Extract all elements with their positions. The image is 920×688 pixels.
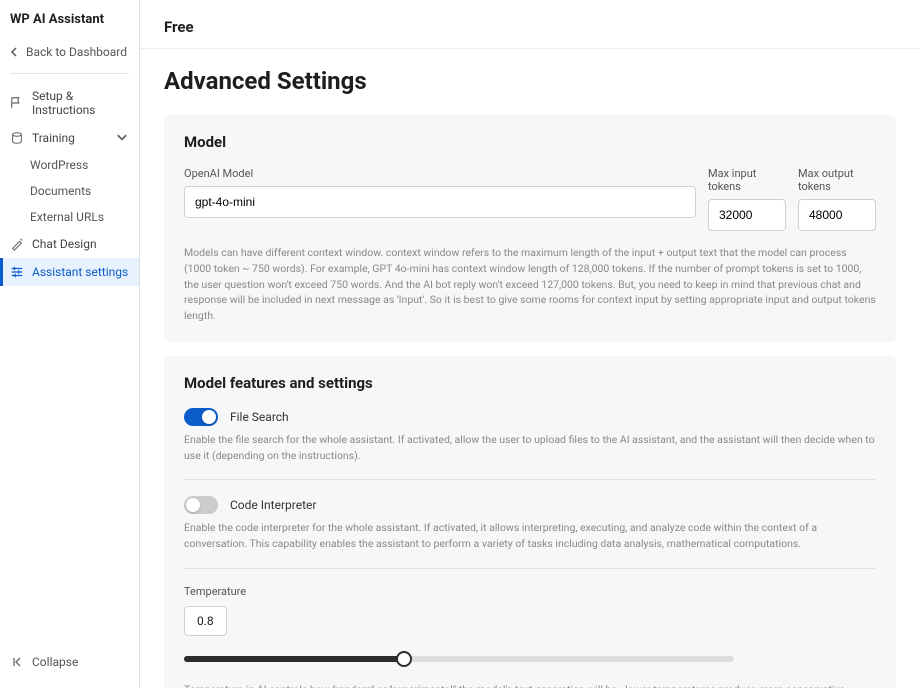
sidebar-item-training[interactable]: Training [0, 124, 139, 152]
sidebar-label: Assistant settings [32, 265, 128, 279]
sidebar: WP AI Assistant Back to Dashboard Setup … [0, 0, 140, 688]
code-interpreter-toggle[interactable] [184, 496, 218, 514]
collapse-sidebar[interactable]: Collapse [0, 648, 90, 676]
sidebar-item-setup[interactable]: Setup & Instructions [0, 82, 139, 124]
temperature-value[interactable]: 0.8 [184, 606, 227, 636]
collapse-icon [12, 656, 24, 668]
file-search-label: File Search [230, 410, 289, 424]
temperature-help: Temperature in AI controls how "random" … [184, 682, 876, 688]
sidebar-label: Chat Design [32, 237, 97, 251]
max-input-label: Max input tokens [708, 167, 786, 193]
separator [184, 568, 876, 569]
openai-model-label: OpenAI Model [184, 167, 696, 180]
max-input-tokens-input[interactable] [708, 199, 786, 231]
slider-thumb[interactable] [396, 651, 412, 667]
sidebar-item-chat-design[interactable]: Chat Design [0, 230, 139, 258]
code-interpreter-label: Code Interpreter [230, 498, 316, 512]
temperature-label: Temperature [184, 585, 876, 598]
wand-icon [10, 237, 24, 251]
sidebar-label: Training [32, 131, 75, 145]
sidebar-item-assistant-settings[interactable]: Assistant settings [0, 258, 139, 286]
divider [10, 73, 129, 74]
file-search-toggle[interactable] [184, 408, 218, 426]
back-to-dashboard[interactable]: Back to Dashboard [0, 39, 139, 65]
features-heading: Model features and settings [184, 374, 876, 392]
collapse-label: Collapse [32, 655, 78, 669]
sidebar-item-training-wordpress[interactable]: WordPress [0, 152, 139, 178]
chevron-left-icon [10, 47, 20, 57]
chevron-down-icon [115, 131, 129, 145]
sidebar-label: Setup & Instructions [32, 89, 129, 117]
back-label: Back to Dashboard [26, 45, 127, 59]
main: Free Advanced Settings Model OpenAI Mode… [140, 0, 920, 688]
features-card: Model features and settings File Search … [164, 356, 896, 688]
flag-icon [10, 96, 24, 110]
code-interpreter-help: Enable the code interpreter for the whol… [184, 520, 876, 552]
page-title: Advanced Settings [164, 49, 896, 115]
plan-badge: Free [140, 0, 920, 48]
temperature-slider[interactable] [184, 650, 734, 668]
max-output-label: Max output tokens [798, 167, 876, 193]
sidebar-item-training-external[interactable]: External URLs [0, 204, 139, 230]
file-search-help: Enable the file search for the whole ass… [184, 432, 876, 464]
separator [184, 479, 876, 480]
model-heading: Model [184, 133, 876, 151]
database-icon [10, 131, 24, 145]
sliders-icon [10, 265, 24, 279]
sidebar-item-training-documents[interactable]: Documents [0, 178, 139, 204]
slider-fill [184, 656, 404, 662]
model-card: Model OpenAI Model Max input tokens Max … [164, 115, 896, 342]
model-help-text: Models can have different context window… [184, 245, 876, 324]
openai-model-input[interactable] [184, 186, 696, 218]
max-output-tokens-input[interactable] [798, 199, 876, 231]
app-title: WP AI Assistant [0, 12, 139, 39]
